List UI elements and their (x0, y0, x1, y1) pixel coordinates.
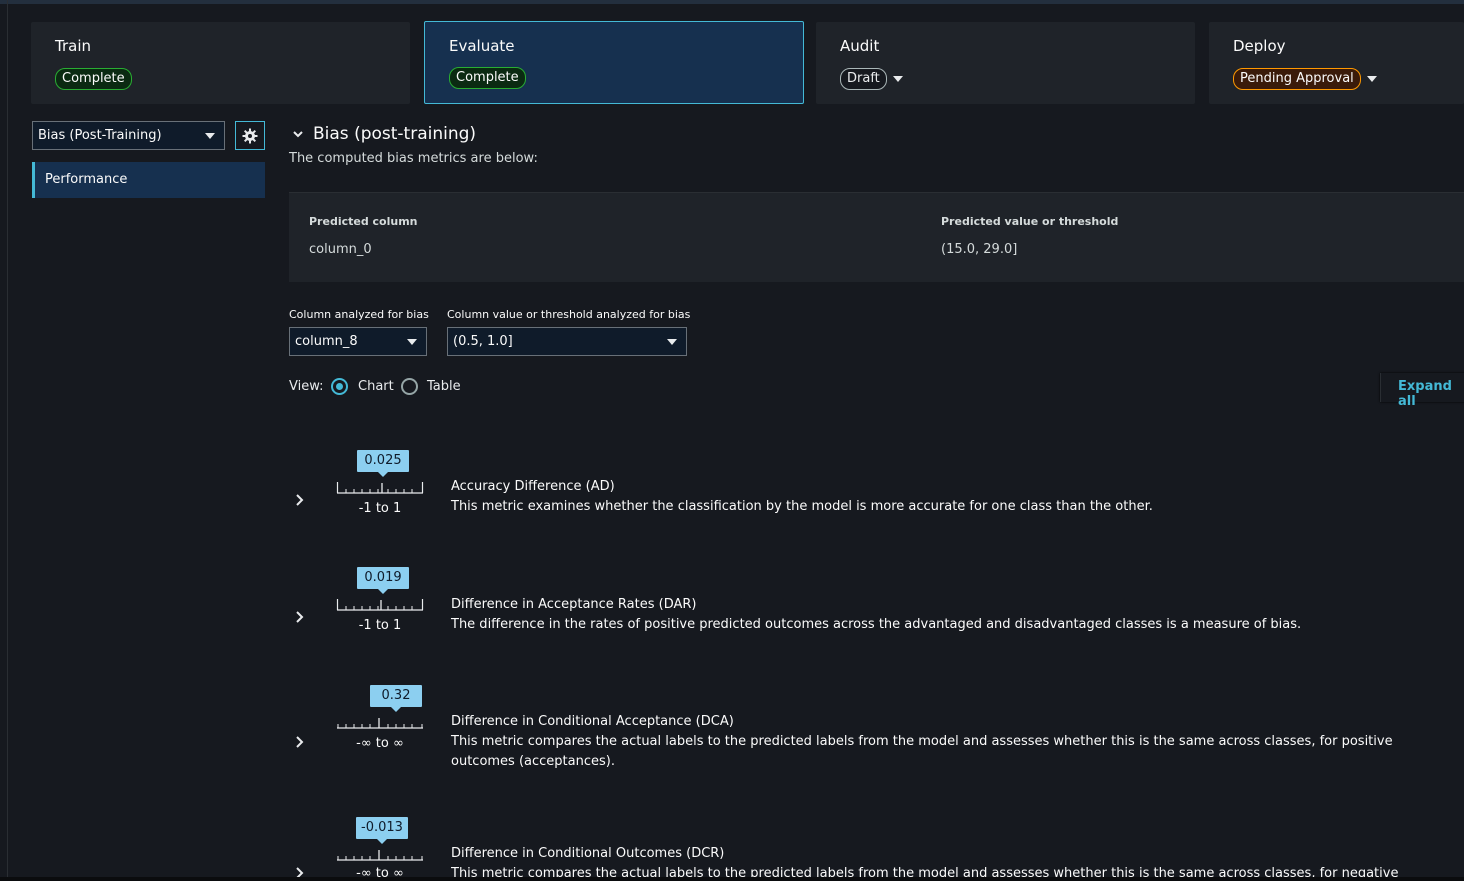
expand-all-button[interactable]: Expand all (1380, 373, 1464, 409)
chart-view-label[interactable]: Chart (358, 379, 394, 394)
select-value: column_8 (295, 334, 358, 349)
metric-name: Difference in Conditional Acceptance (DC… (451, 714, 734, 729)
column-filter-select[interactable]: column_8 (289, 327, 427, 356)
sidebar-item-performance[interactable]: Performance (32, 162, 265, 198)
predicted-column-label: Predicted column (309, 215, 418, 228)
select-value: Bias (Post-Training) (38, 128, 162, 143)
chevron-right-icon[interactable] (294, 493, 304, 507)
stage-card-train[interactable]: Train Complete (31, 22, 410, 104)
stage-title: Deploy (1233, 37, 1286, 55)
chevron-right-icon[interactable] (294, 610, 304, 624)
threshold-filter-label: Column value or threshold analyzed for b… (447, 308, 691, 321)
gear-icon (242, 128, 258, 143)
metric-description: This metric compares the actual labels t… (451, 734, 1393, 769)
predicted-threshold-value: (15.0, 29.0] (941, 242, 1018, 257)
settings-button[interactable] (235, 121, 265, 150)
stage-title: Evaluate (449, 37, 515, 55)
stage-card-evaluate[interactable]: Evaluate Complete (424, 21, 804, 104)
metric-range: -1 to 1 (358, 501, 402, 516)
bottom-edge (0, 877, 1464, 881)
table-view-radio[interactable] (401, 378, 418, 395)
metric-name: Difference in Conditional Outcomes (DCR) (451, 846, 725, 861)
chart-view-radio[interactable] (331, 378, 348, 395)
metric-value-badge: 0.025 (357, 450, 409, 477)
chevron-down-icon[interactable] (892, 76, 903, 82)
chevron-down-icon[interactable] (1366, 76, 1377, 82)
metric-name: Difference in Acceptance Rates (DAR) (451, 597, 697, 612)
metric-scale (337, 718, 423, 729)
metric-scale (336, 599, 424, 611)
threshold-filter-select[interactable]: (0.5, 1.0] (447, 327, 687, 356)
predicted-info-panel: Predicted column column_0 Predicted valu… (289, 192, 1464, 282)
select-value: (0.5, 1.0] (453, 334, 513, 349)
report-type-select[interactable]: Bias (Post-Training) (32, 121, 225, 150)
status-badge: Draft (840, 68, 887, 90)
metric-description: This metric examines whether the classif… (451, 499, 1153, 514)
metric-scale (336, 482, 424, 494)
stage-card-deploy[interactable]: Deploy Pending Approval (1209, 22, 1464, 104)
predicted-column-value: column_0 (309, 242, 372, 257)
section-description: The computed bias metrics are below: (289, 151, 538, 166)
chevron-down-icon (407, 339, 417, 345)
left-divider (7, 0, 8, 881)
metric-name: Accuracy Difference (AD) (451, 479, 615, 494)
chevron-down-icon (205, 133, 215, 139)
table-view-label[interactable]: Table (427, 379, 461, 394)
column-filter-label: Column analyzed for bias (289, 308, 429, 321)
view-label: View: (289, 379, 324, 394)
metric-value-badge: 0.019 (357, 567, 409, 594)
metric-description: The difference in the rates of positive … (451, 617, 1302, 632)
metric-scale (337, 850, 423, 861)
status-badge: Complete (449, 67, 526, 89)
stage-title: Train (55, 37, 91, 55)
metric-value-badge: 0.32 (370, 685, 422, 712)
chevron-down-icon[interactable] (292, 127, 304, 141)
metric-value-badge: -0.013 (356, 817, 408, 844)
metric-range: -∞ to ∞ (356, 736, 404, 751)
stage-title: Audit (840, 37, 880, 55)
chevron-right-icon[interactable] (294, 735, 304, 749)
metric-description: This metric compares the actual labels t… (451, 866, 1399, 877)
status-badge: Complete (55, 68, 132, 90)
section-title: Bias (post-training) (313, 124, 477, 144)
status-badge: Pending Approval (1233, 68, 1361, 90)
metric-range: -1 to 1 (358, 618, 402, 633)
stage-card-audit[interactable]: Audit Draft (816, 22, 1195, 104)
predicted-threshold-label: Predicted value or threshold (941, 215, 1119, 228)
top-bar (0, 0, 1464, 4)
chevron-down-icon (667, 339, 677, 345)
